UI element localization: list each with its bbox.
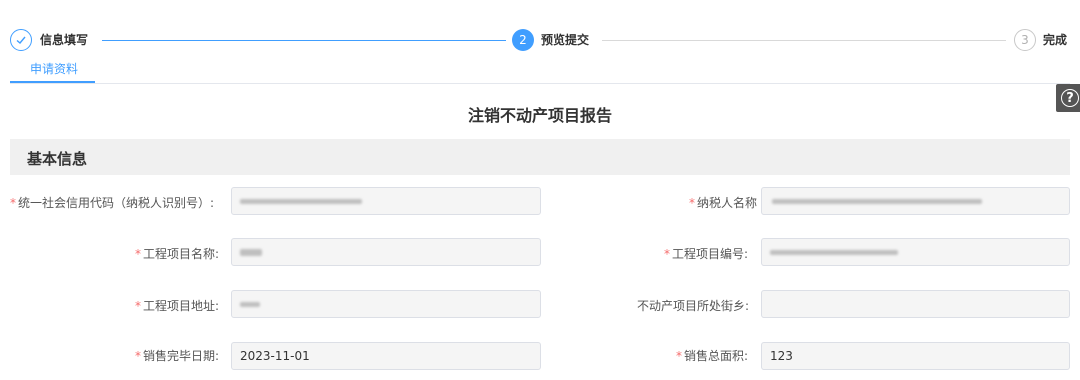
step-1-done-icon [10, 29, 32, 51]
sale-total-area-input[interactable]: 123 [761, 342, 1070, 370]
redacted-value [770, 250, 898, 255]
redacted-value [240, 302, 260, 307]
credit-code-input[interactable] [231, 187, 541, 215]
street-input[interactable] [761, 290, 1070, 318]
page-title: 注销不动产项目报告 [467, 106, 612, 125]
sale-end-date-input[interactable]: 2023-11-01 [231, 342, 541, 370]
street-label: 不动产项目所处街乡: [637, 299, 750, 313]
sale-total-area-label: * 销售总面积: [676, 349, 749, 363]
redacted-value [240, 199, 362, 204]
credit-code-label: * 统一社会信用代码（纳税人识别号）: [10, 196, 215, 210]
section-title: 基本信息 [27, 150, 88, 168]
project-no-label: * 工程项目编号: [664, 247, 749, 261]
section-header [10, 139, 1070, 175]
redacted-value [772, 199, 982, 204]
step-3-number: 3 [1014, 29, 1036, 51]
project-address-label: * 工程项目地址: [135, 299, 220, 313]
step-2-connector [602, 40, 1006, 41]
step-2-label: 预览提交 [541, 33, 590, 47]
project-name-input[interactable] [231, 238, 541, 266]
step-3-label: 完成 [1043, 33, 1068, 47]
step-2-number: 2 [512, 29, 534, 51]
tabs-divider [10, 83, 1070, 84]
project-no-input[interactable] [761, 238, 1070, 266]
tab-application-materials[interactable]: 申请资料 [30, 60, 78, 77]
step-1-connector [102, 40, 506, 41]
redacted-value [240, 249, 262, 256]
taxpayer-name-input[interactable] [761, 187, 1070, 215]
project-address-input[interactable] [231, 290, 541, 318]
taxpayer-name-label: * 纳税人名称 [689, 196, 758, 210]
sale-end-date-label: * 销售完毕日期: [135, 349, 220, 363]
project-name-label: * 工程项目名称: [135, 247, 220, 261]
step-1-label: 信息填写 [40, 33, 89, 47]
required-mark: * [10, 196, 16, 210]
